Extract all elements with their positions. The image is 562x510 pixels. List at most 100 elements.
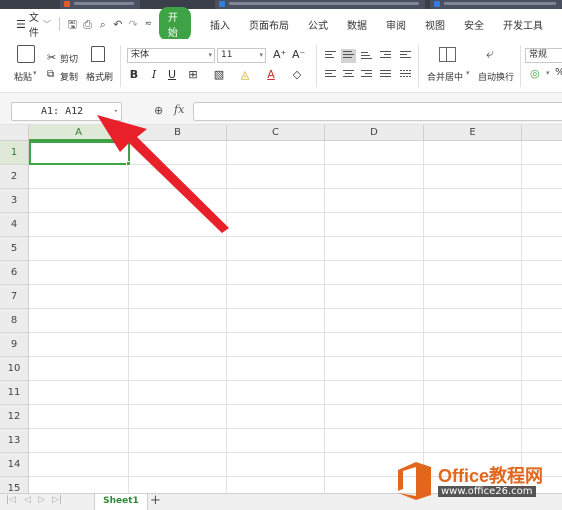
first-sheet-icon[interactable]: |◁ xyxy=(6,495,16,505)
row-header-1[interactable]: 1 xyxy=(0,141,29,165)
column-header-partial[interactable] xyxy=(522,125,562,141)
row-gridline xyxy=(29,428,562,429)
print-preview-icon[interactable]: ⌕ xyxy=(98,18,107,31)
row-gridline xyxy=(29,188,562,189)
tab-data[interactable]: 数据 xyxy=(347,17,367,32)
column-header-a[interactable]: A xyxy=(29,125,129,141)
justify-icon[interactable] xyxy=(380,70,391,80)
tab-developer[interactable]: 开发工具 xyxy=(503,17,543,32)
font-color-icon[interactable]: A xyxy=(263,68,279,81)
distributed-icon[interactable] xyxy=(400,70,411,80)
tab-formulas[interactable]: 公式 xyxy=(308,17,328,32)
clear-format-icon[interactable]: ◇ xyxy=(289,68,305,81)
window-tab[interactable] xyxy=(60,0,140,9)
indent-decrease-icon[interactable] xyxy=(380,51,391,61)
chevron-down-icon[interactable]: ▾ xyxy=(33,69,37,77)
format-painter-icon[interactable] xyxy=(91,46,105,62)
row-header-11[interactable]: 11 xyxy=(0,381,29,405)
fx-label[interactable]: fx xyxy=(174,103,184,116)
merge-center-button[interactable]: 合并居中 xyxy=(427,70,463,83)
office-logo-icon xyxy=(398,462,431,500)
italic-button[interactable]: I xyxy=(148,68,160,81)
row-gridline xyxy=(29,404,562,405)
paste-icon[interactable] xyxy=(17,45,35,63)
align-left-icon[interactable] xyxy=(325,70,336,80)
paste-button[interactable]: 粘贴 xyxy=(14,70,32,83)
underline-button[interactable]: U xyxy=(166,68,178,81)
row-header-8[interactable]: 8 xyxy=(0,309,29,333)
format-painter-button[interactable]: 格式刷 xyxy=(86,70,113,83)
row-header-2[interactable]: 2 xyxy=(0,165,29,189)
tab-security[interactable]: 安全 xyxy=(464,17,484,32)
copy-button[interactable]: 复制 xyxy=(60,70,78,83)
currency-icon[interactable]: ◎ xyxy=(530,67,540,80)
column-gridline xyxy=(128,141,129,493)
customize-icon[interactable]: ≂ xyxy=(144,18,153,31)
tab-insert[interactable]: 插入 xyxy=(210,17,230,32)
next-sheet-icon[interactable]: ▷ xyxy=(38,495,45,505)
row-header-4[interactable]: 4 xyxy=(0,213,29,237)
name-box-value: A1: A12 xyxy=(41,106,84,117)
row-header-6[interactable]: 6 xyxy=(0,261,29,285)
sheet-tab-sheet1[interactable]: Sheet1 xyxy=(94,494,148,510)
row-header-7[interactable]: 7 xyxy=(0,285,29,309)
row-gridline xyxy=(29,212,562,213)
cut-button[interactable]: 剪切 xyxy=(60,52,78,65)
number-format-select[interactable]: 常规 xyxy=(525,48,562,63)
row-header-12[interactable]: 12 xyxy=(0,405,29,429)
window-tab[interactable] xyxy=(215,0,425,9)
decrease-font-icon[interactable]: A⁻ xyxy=(292,48,305,61)
chevron-down-icon[interactable]: ▾ xyxy=(466,69,470,77)
row-header-10[interactable]: 10 xyxy=(0,357,29,381)
tab-review[interactable]: 审阅 xyxy=(386,17,406,32)
tab-view[interactable]: 视图 xyxy=(425,17,445,32)
row-header-14[interactable]: 14 xyxy=(0,453,29,477)
bold-button[interactable]: B xyxy=(128,68,140,81)
chevron-down-icon[interactable]: ▾ xyxy=(546,69,550,77)
column-header-b[interactable]: B xyxy=(129,125,227,141)
chevron-down-icon: ﹀ xyxy=(42,19,51,29)
fill-pattern-icon[interactable]: ▧ xyxy=(211,68,227,81)
row-header-15[interactable]: 15 xyxy=(0,477,29,493)
font-size-select[interactable]: 11 ▾ xyxy=(217,48,266,63)
selected-cell[interactable] xyxy=(29,141,130,165)
fill-color-icon[interactable]: ◬ xyxy=(237,68,253,81)
print-icon[interactable]: ⎙ xyxy=(83,18,92,31)
align-top-icon[interactable] xyxy=(325,51,336,61)
separator xyxy=(120,45,121,87)
prev-sheet-icon[interactable]: ◁ xyxy=(24,495,31,505)
align-right-icon[interactable] xyxy=(361,70,372,80)
fill-handle[interactable] xyxy=(126,161,131,166)
file-menu[interactable]: ☰ 文件 ﹀ xyxy=(16,9,51,39)
column-header-e[interactable]: E xyxy=(424,125,522,141)
tab-page-layout[interactable]: 页面布局 xyxy=(249,17,289,32)
align-bottom-icon[interactable] xyxy=(361,52,372,62)
font-name-select[interactable]: 宋体 ▾ xyxy=(127,48,215,63)
percent-icon[interactable]: % xyxy=(555,67,562,78)
row-header-5[interactable]: 5 xyxy=(0,237,29,261)
row-header-3[interactable]: 3 xyxy=(0,189,29,213)
formula-input[interactable] xyxy=(193,102,562,121)
align-center-icon[interactable] xyxy=(343,70,354,80)
select-all-corner[interactable] xyxy=(0,125,29,141)
border-icon[interactable]: ⊞ xyxy=(185,68,201,81)
window-tab[interactable] xyxy=(430,0,562,9)
row-header-9[interactable]: 9 xyxy=(0,333,29,357)
wrap-text-icon: ⤶ xyxy=(486,46,494,62)
name-box[interactable]: A1: A12 ▾ xyxy=(11,102,122,121)
indent-increase-icon[interactable] xyxy=(400,51,411,61)
wrap-text-button[interactable]: 自动换行 xyxy=(478,70,514,83)
zoom-icon[interactable]: ⊕ xyxy=(154,104,163,117)
last-sheet-icon[interactable]: ▷| xyxy=(52,495,62,505)
tab-start[interactable]: 开始 xyxy=(158,7,192,41)
increase-font-icon[interactable]: A⁺ xyxy=(273,48,286,61)
align-middle-icon[interactable] xyxy=(341,49,356,63)
redo-icon[interactable]: ↷ xyxy=(129,18,138,31)
undo-icon[interactable]: ↶ xyxy=(113,18,122,31)
save-icon[interactable]: 🖫 xyxy=(68,18,77,31)
row-header-13[interactable]: 13 xyxy=(0,429,29,453)
column-header-c[interactable]: C xyxy=(227,125,325,141)
add-sheet-button[interactable]: + xyxy=(150,493,161,508)
formula-bar: A1: A12 ▾ ⊕ fx xyxy=(0,93,562,125)
column-header-d[interactable]: D xyxy=(325,125,424,141)
